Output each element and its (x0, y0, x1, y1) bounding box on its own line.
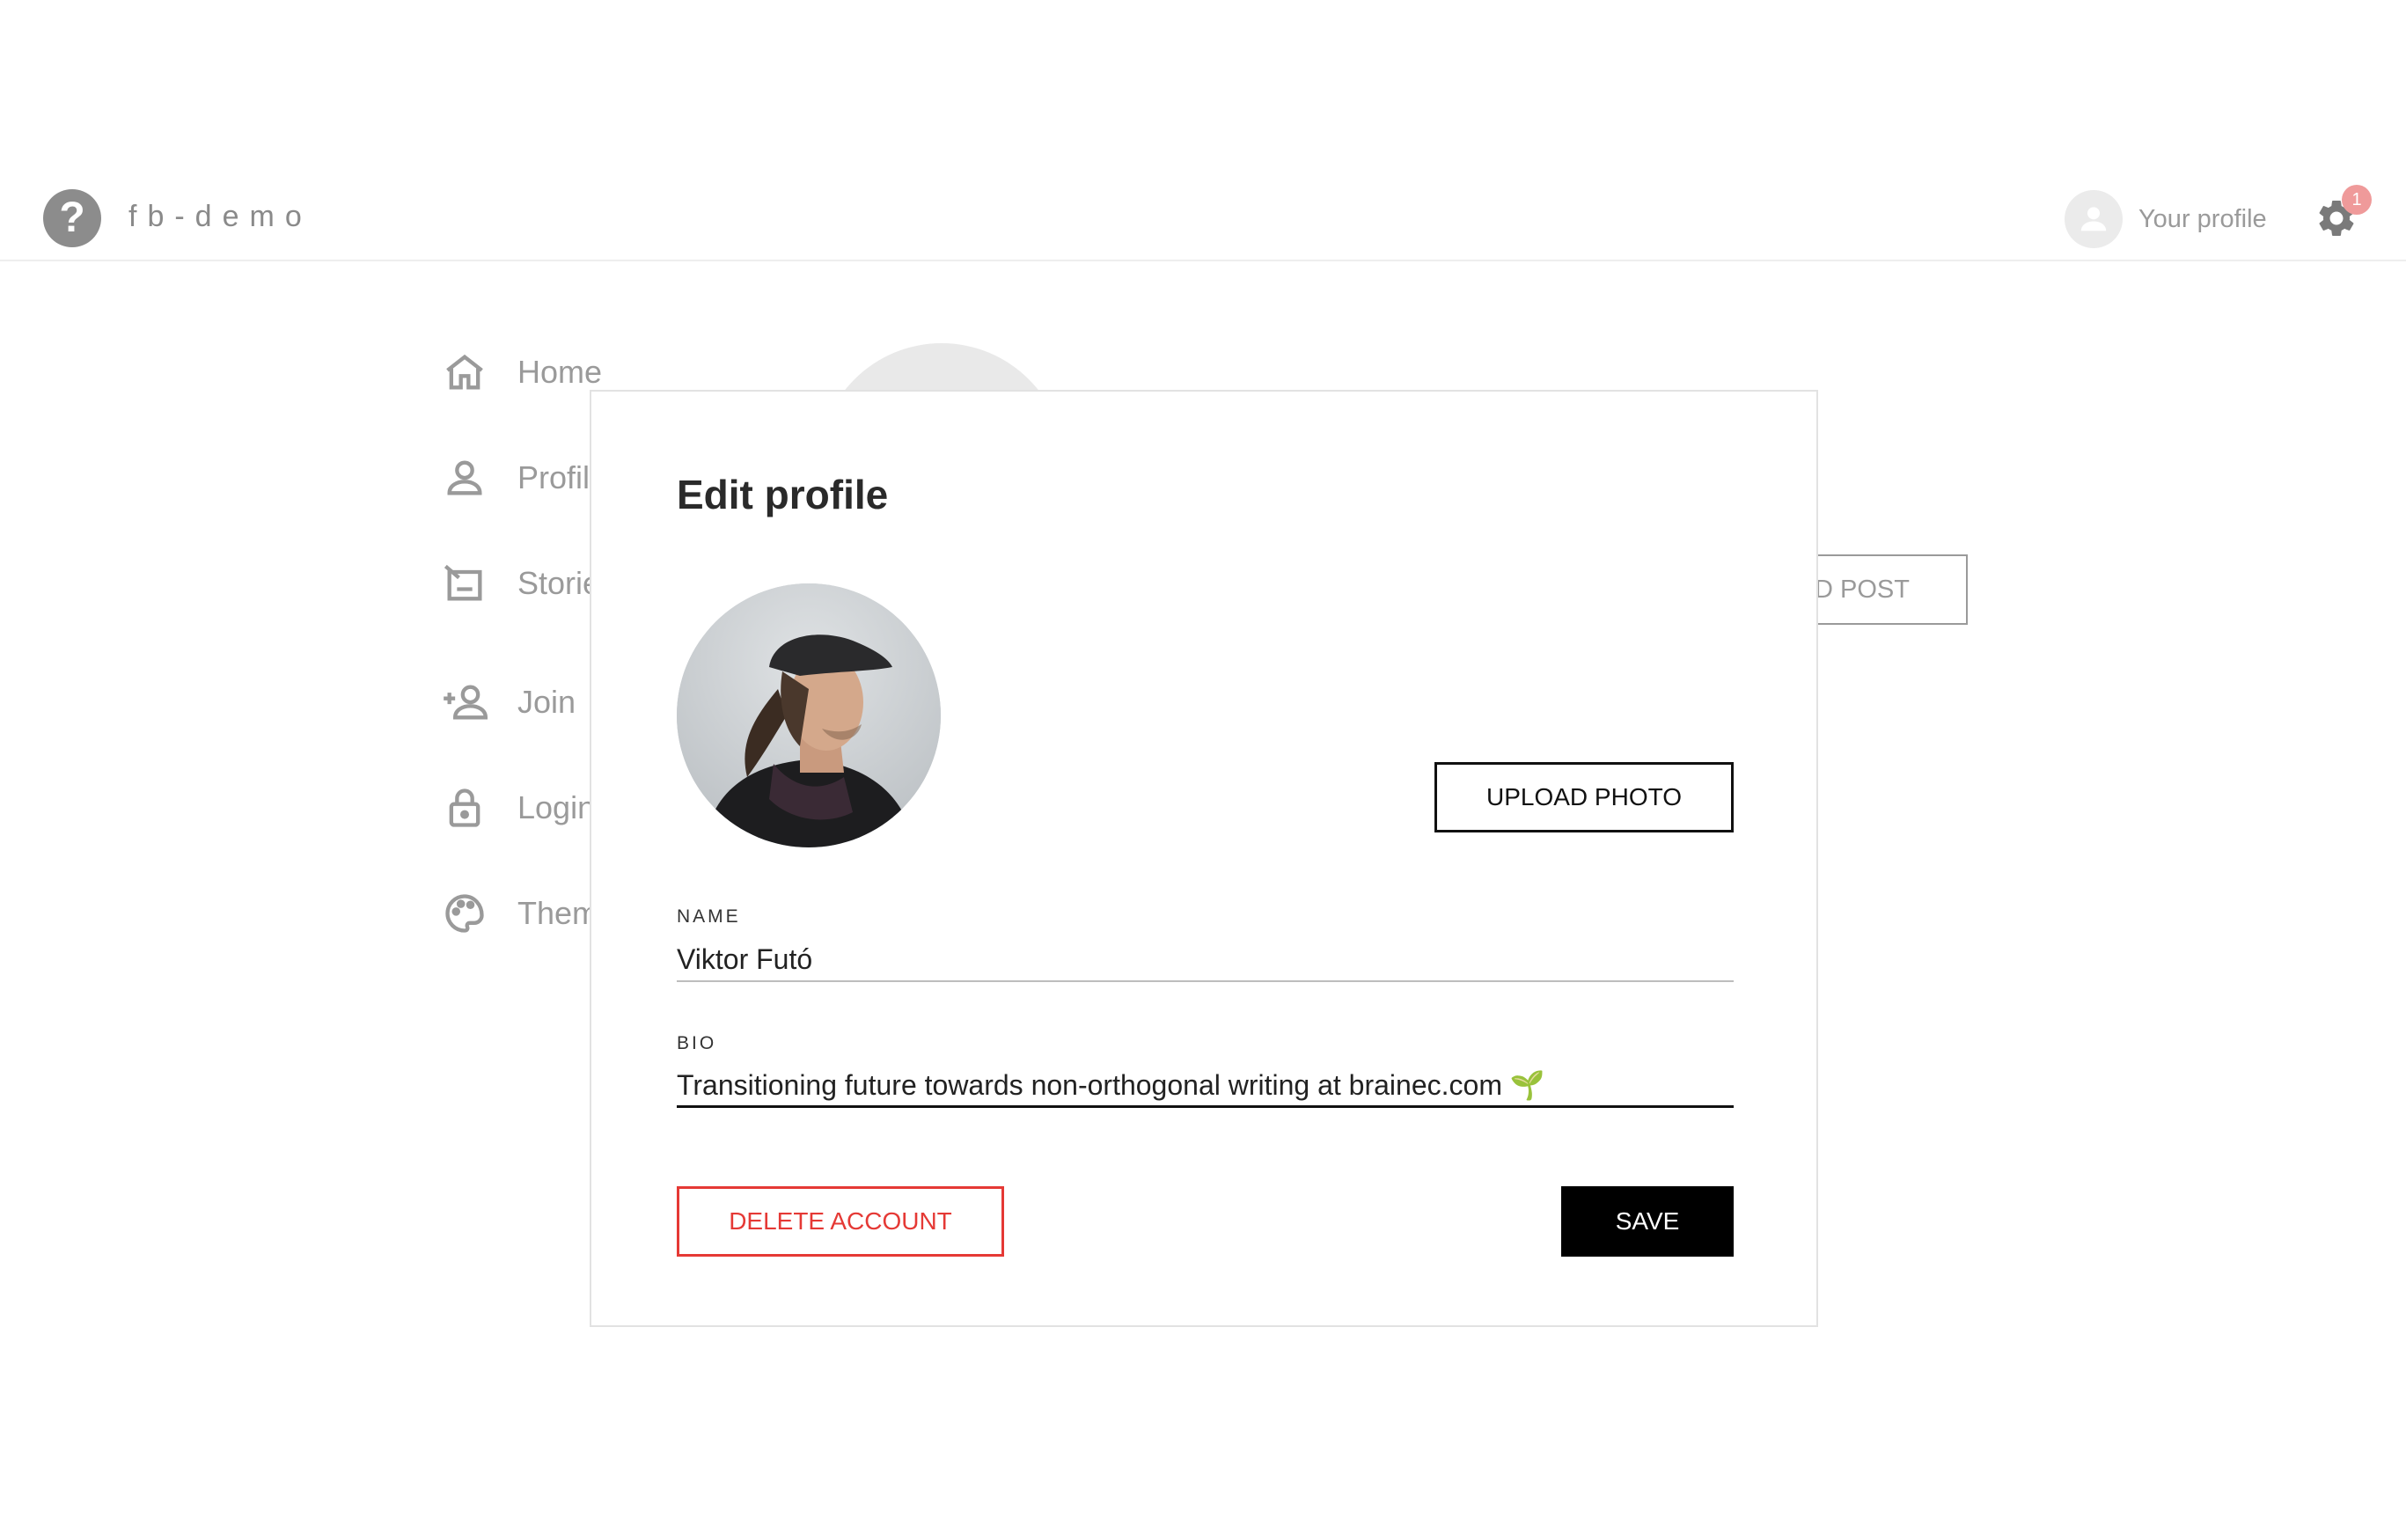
name-label: NAME (677, 906, 741, 927)
notification-badge: 1 (2342, 185, 2372, 215)
sidebar-item-join[interactable]: Join (440, 678, 576, 727)
top-bar: ? fb-demo Your profile 1 (0, 180, 2406, 261)
help-circle-icon[interactable]: ? (43, 189, 101, 247)
app-name[interactable]: fb-demo (128, 200, 312, 234)
sidebar-item-profile[interactable]: Profil (440, 453, 590, 502)
name-input[interactable] (677, 938, 1734, 982)
profile-photo (677, 583, 941, 847)
sidebar-item-login[interactable]: Login (440, 783, 595, 832)
sidebar-item-stories[interactable]: Storie (440, 559, 600, 608)
palette-icon (440, 889, 489, 938)
save-button[interactable]: SAVE (1561, 1186, 1734, 1257)
avatar-icon (2065, 190, 2123, 248)
bio-label: BIO (677, 1033, 717, 1053)
sidebar-item-theme[interactable]: Them (440, 889, 598, 938)
delete-account-button[interactable]: DELETE ACCOUNT (677, 1186, 1004, 1257)
sidebar-item-label: Storie (517, 565, 601, 601)
sidebar-item-label: Them (517, 895, 599, 931)
edit-profile-dialog: Edit profile UPLOAD PHOTO NAME Viktor Fu… (590, 390, 1818, 1327)
sidebar-item-home[interactable]: Home (440, 348, 602, 397)
sidebar-item-label: Home (517, 354, 603, 390)
stories-icon (440, 559, 489, 608)
sidebar-item-label: Profil (517, 459, 590, 495)
upload-photo-button[interactable]: UPLOAD PHOTO (1434, 762, 1734, 832)
sidebar-item-label: Join (517, 684, 576, 720)
person-add-icon (440, 678, 489, 727)
your-profile-link[interactable]: Your profile (2065, 189, 2267, 249)
your-profile-label: Your profile (2138, 204, 2267, 233)
person-icon (440, 453, 489, 502)
bio-input[interactable] (677, 1064, 1734, 1108)
home-icon (440, 348, 489, 397)
dialog-title: Edit profile (677, 472, 889, 517)
lock-icon (440, 783, 489, 832)
sidebar-item-label: Login (517, 789, 596, 825)
